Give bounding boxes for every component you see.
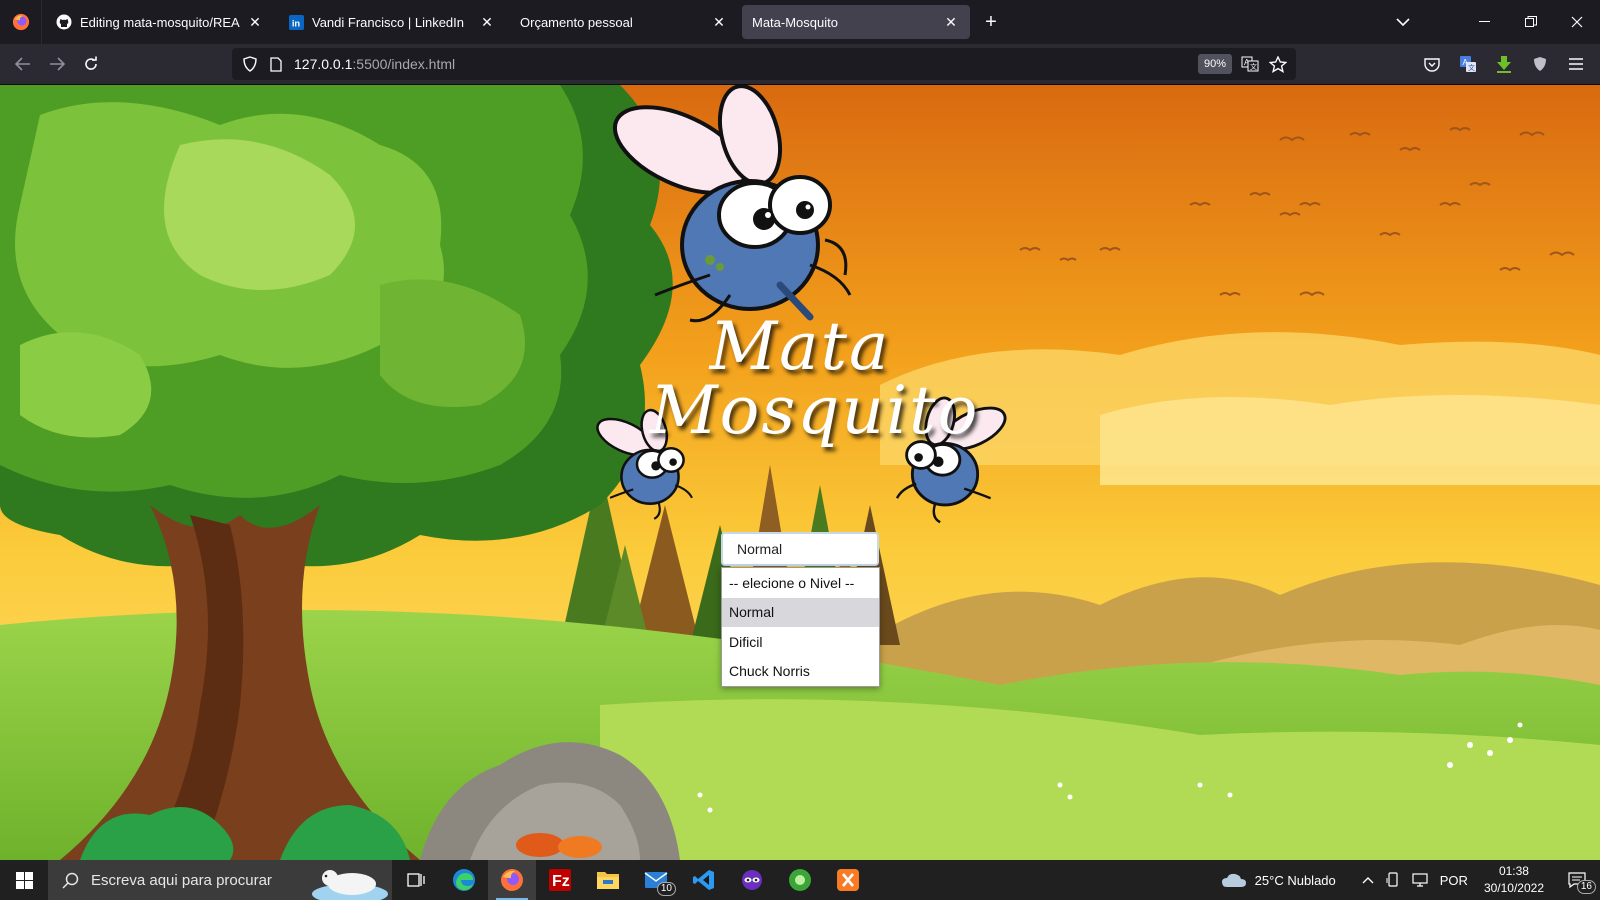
firefox-menu-icon[interactable] — [0, 0, 42, 44]
translator-extension-icon[interactable]: A文 — [1456, 52, 1480, 76]
taskbar-search-box[interactable]: Escreva aqui para procurar — [48, 860, 392, 900]
svg-text:文: 文 — [1250, 62, 1257, 71]
clock-time: 01:38 — [1498, 864, 1529, 878]
svg-text:Fz: Fz — [552, 873, 570, 890]
pocket-icon[interactable] — [1420, 52, 1444, 76]
close-window-icon[interactable] — [1554, 0, 1600, 44]
show-hidden-icons-chevron-icon[interactable] — [1356, 860, 1380, 900]
zoom-level-badge[interactable]: 90% — [1198, 54, 1233, 74]
notification-center-icon[interactable]: 16 — [1554, 860, 1600, 900]
bookmark-star-icon[interactable] — [1268, 54, 1288, 74]
close-tab-icon[interactable]: ✕ — [710, 13, 728, 31]
page-info-icon[interactable] — [266, 56, 286, 72]
level-option-placeholder[interactable]: -- elecione o Nivel -- — [722, 568, 879, 598]
reload-icon[interactable] — [74, 48, 108, 80]
task-view-icon[interactable] — [392, 860, 440, 900]
weather-text: 25°C Nublado — [1254, 872, 1336, 888]
tab-title: Orçamento pessoal — [520, 14, 633, 30]
forest-background — [0, 85, 1600, 860]
firefox-icon[interactable] — [488, 860, 536, 900]
notification-count: 16 — [1576, 880, 1596, 894]
language-indicator[interactable]: POR — [1434, 860, 1474, 900]
windows-start-icon[interactable] — [0, 860, 48, 900]
svg-text:in: in — [291, 18, 300, 28]
xampp-icon[interactable] — [824, 860, 872, 900]
taskbar-clock[interactable]: 01:38 30/10/2022 — [1474, 863, 1554, 897]
close-tab-icon[interactable]: ✕ — [942, 13, 960, 31]
game-page: Mata Mosquito Normal -- elecione o Nivel… — [0, 85, 1600, 860]
close-tab-icon[interactable]: ✕ — [478, 13, 496, 31]
tracking-shield-icon[interactable] — [240, 56, 260, 72]
system-tray: 25°C Nublado POR 01:38 30/10/2022 16 — [1215, 860, 1600, 900]
new-tab-button[interactable]: + — [976, 7, 1006, 37]
tab-linkedin[interactable]: in Vandi Francisco | LinkedIn ✕ — [278, 5, 506, 39]
edge-icon[interactable] — [440, 860, 488, 900]
device-icon[interactable] — [1380, 860, 1406, 900]
level-select[interactable]: Normal — [721, 532, 879, 566]
game-title-line2: Mosquito — [650, 372, 980, 449]
url-path: :5500/index.html — [352, 56, 456, 72]
address-bar[interactable]: 127.0.0.1:5500/index.html 90% A文 — [232, 48, 1296, 80]
tab-title: Editing mata-mosquito/README.md — [80, 14, 240, 30]
url-host: 127.0.0.1 — [294, 56, 353, 72]
url-text[interactable]: 127.0.0.1:5500/index.html — [294, 56, 455, 72]
tab-title: Mata-Mosquito — [752, 14, 838, 30]
tab-orcamento[interactable]: Orçamento pessoal ✕ — [510, 5, 738, 39]
navigation-toolbar: 127.0.0.1:5500/index.html 90% A文 A文 — [0, 44, 1600, 85]
level-option-dificil[interactable]: Dificil — [722, 627, 879, 657]
list-all-tabs-icon[interactable] — [1388, 7, 1418, 37]
tab-strip: Editing mata-mosquito/README.md ✕ in Van… — [0, 0, 1600, 44]
vscode-icon[interactable] — [680, 860, 728, 900]
game-title-line1: Mata — [709, 308, 891, 385]
translate-icon[interactable]: A文 — [1240, 54, 1260, 74]
download-manager-icon[interactable] — [1492, 52, 1516, 76]
mask-app-icon[interactable] — [728, 860, 776, 900]
tab-mata-mosquito[interactable]: Mata-Mosquito ✕ — [742, 5, 970, 39]
close-tab-icon[interactable]: ✕ — [246, 13, 264, 31]
search-highlight-polar-bear-image — [312, 870, 388, 900]
restore-window-icon[interactable] — [1508, 0, 1554, 44]
tab-title: Vandi Francisco | LinkedIn — [312, 14, 464, 30]
level-dropdown-list: -- elecione o Nivel -- Normal Dificil Ch… — [721, 567, 880, 687]
clock-date: 30/10/2022 — [1483, 881, 1544, 895]
github-icon — [56, 14, 72, 30]
linkedin-icon: in — [288, 14, 304, 30]
level-option-chuck-norris[interactable]: Chuck Norris — [722, 657, 879, 687]
app-menu-icon[interactable] — [1564, 52, 1588, 76]
weather-widget[interactable]: 25°C Nublado — [1215, 860, 1342, 900]
file-explorer-icon[interactable] — [584, 860, 632, 900]
search-placeholder: Escreva aqui para procurar — [91, 871, 272, 889]
green-app-icon[interactable] — [776, 860, 824, 900]
search-icon — [62, 872, 79, 889]
minimize-window-icon[interactable] — [1462, 0, 1508, 44]
windows-taskbar: Escreva aqui para procurar Fz 10 25°C Nu… — [0, 860, 1600, 900]
back-arrow-icon[interactable] — [6, 48, 40, 80]
network-icon[interactable] — [1406, 860, 1434, 900]
level-option-normal[interactable]: Normal — [722, 597, 879, 627]
cloud-icon — [1221, 873, 1246, 887]
mail-badge: 10 — [656, 882, 676, 896]
filezilla-icon[interactable]: Fz — [536, 860, 584, 900]
privacy-shield-icon[interactable] — [1528, 52, 1552, 76]
mail-icon[interactable]: 10 — [632, 860, 680, 900]
tab-github-readme[interactable]: Editing mata-mosquito/README.md ✕ — [46, 5, 274, 39]
svg-text:文: 文 — [1468, 63, 1475, 72]
forward-arrow-icon[interactable] — [40, 48, 74, 80]
game-title: Mata Mosquito — [650, 308, 980, 449]
